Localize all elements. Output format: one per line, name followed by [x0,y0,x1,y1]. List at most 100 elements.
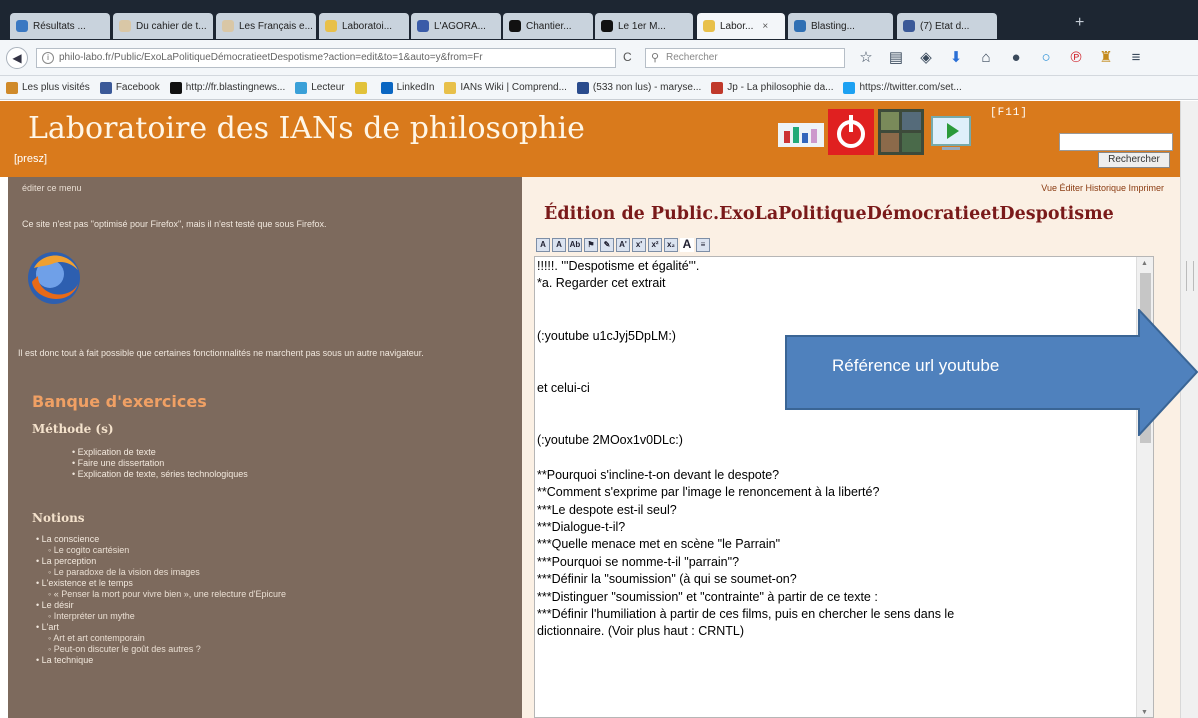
notion-sublink[interactable]: ◦ Interpréter un mythe [36,611,286,622]
close-tab-icon[interactable]: × [762,21,768,32]
video-collage-icon[interactable] [878,109,924,155]
browser-tab[interactable]: Du cahier de t... [113,13,213,39]
browser-tab[interactable]: Blasting... [788,13,893,39]
f11-link[interactable]: [F11] [990,107,1028,119]
editor-line: (:youtube u1cJyj5DpLM:) [537,328,676,343]
format-button[interactable]: ⚑ [584,238,598,252]
tab-favicon-icon [903,20,915,32]
url-bar[interactable]: i philo-labo.fr/Public/ExoLaPolitiqueDém… [36,48,616,68]
banque-heading[interactable]: Banque d'exercices [32,392,207,411]
notion-sublink[interactable]: ◦ Le paradoxe de la vision des images [36,567,286,578]
toolbar-icons: ☆ ▤ ◈ ⬇ ⌂ ● ○ ℗ ♜ ≡ [856,48,1146,68]
site-search-input[interactable] [1059,133,1173,151]
bookmark-item[interactable]: LinkedIn [380,81,435,94]
bookmark-item[interactable]: (533 non lus) - maryse... [576,81,702,94]
notions-list: • La conscience ◦ Le cogito cartésien • La… [36,534,286,666]
bookmark-item[interactable]: Facebook [99,81,160,94]
scroll-up-icon[interactable]: ▲ [1141,260,1148,267]
chat-icon[interactable]: ● [1006,48,1026,68]
notion-link[interactable]: • La conscience [36,534,286,545]
format-button[interactable]: A [552,238,566,252]
browser-tab[interactable]: Les Français e... [216,13,316,39]
notion-link[interactable]: • La perception [36,556,286,567]
bookmark-item[interactable]: https://twitter.com/set... [843,81,962,94]
notion-sublink[interactable]: ◦ Le cogito cartésien [36,545,286,556]
edit-menu-link[interactable]: éditer ce menu [22,183,82,193]
reload-icon[interactable]: C [623,50,632,64]
bookmark-label: LinkedIn [396,82,435,93]
notion-link[interactable]: • L'art [36,622,286,633]
bookmark-label: Facebook [115,82,160,93]
format-button[interactable]: x' [632,238,646,252]
site-search-button[interactable]: Rechercher [1098,152,1170,168]
home-icon[interactable]: ⌂ [976,48,996,68]
url-text: philo-labo.fr/Public/ExoLaPolitiqueDémoc… [59,52,483,63]
browser-tab[interactable]: Résultats ... [10,13,110,39]
site-title[interactable]: Laboratoire des IANs de philosophie [28,111,585,146]
format-button[interactable]: A' [616,238,630,252]
editor-line: et celui-ci [537,380,590,395]
scroll-down-icon[interactable]: ▼ [1141,709,1148,716]
editor-line: **Comment s'exprime par l'image le renon… [537,485,880,500]
notion-label: Le paradoxe de la vision des images [53,567,200,577]
format-button[interactable]: A [680,238,694,252]
pocket-icon[interactable]: ◈ [916,48,936,68]
browser-tab[interactable]: Chantier... [503,13,593,39]
browser-tab[interactable]: Labor... × [697,13,785,39]
new-tab-icon[interactable]: + [1075,14,1084,32]
extension-icon[interactable]: ♜ [1096,48,1116,68]
back-arrow-icon[interactable]: ◀ [6,47,28,69]
download-icon[interactable]: ⬇ [946,48,966,68]
bookmark-item[interactable]: Jp - La philosophie da... [711,81,833,94]
browser-search-input[interactable]: ⚲ Rechercher [645,48,845,68]
notion-label: Art et art contemporain [53,633,145,643]
browser-tab[interactable]: L'AGORA... [411,13,501,39]
power-icon[interactable] [828,109,874,155]
notion-sublink[interactable]: ◦ « Penser la mort pour vivre bien », un… [36,589,286,600]
tab-favicon-icon [119,20,131,32]
page-actions[interactable]: Vue Éditer Historique Imprimer [1041,183,1164,193]
pinterest-icon[interactable]: ℗ [1066,48,1086,68]
notion-label: « Penser la mort pour vivre bien », une … [53,589,287,599]
methode-heading: Méthode (s) [32,422,114,436]
bookmark-item[interactable]: http://fr.blastingnews... [169,81,285,94]
notion-link[interactable]: • Le désir [36,600,286,611]
editor-line: dictionnaire. (Voir plus haut : CRNTL) [537,624,745,639]
bookmark-item[interactable]: Les plus visités [6,81,90,94]
presz-link[interactable]: [presz] [14,153,47,165]
play-screen-icon[interactable] [928,109,974,155]
notion-link[interactable]: • La technique [36,655,286,666]
bookmark-item[interactable]: Lecteur [295,81,345,94]
editor-line: ***Définir l'humiliation à partir de ces… [537,607,955,621]
format-button[interactable]: ✎ [600,238,614,252]
circle-icon[interactable]: ○ [1036,48,1056,68]
bookmark-icon [295,81,308,94]
notion-link[interactable]: • L'existence et le temps [36,578,286,589]
page-scroll-thumb[interactable] [1186,261,1194,291]
ians-logo[interactable] [778,109,824,155]
format-button[interactable]: x₂ [664,238,678,252]
menu-icon[interactable]: ≡ [1126,48,1146,68]
info-icon[interactable]: i [42,52,54,64]
notion-sublink[interactable]: ◦ Peut-on discuter le goût des autres ? [36,644,286,655]
format-button[interactable]: A [536,238,550,252]
bookmark-item[interactable]: IANs Wiki | Comprend... [444,81,567,94]
format-button[interactable]: x² [648,238,662,252]
methode-link-label: Explication de texte [77,447,156,457]
bookmark-label: (533 non lus) - maryse... [592,82,702,93]
bookmark-item[interactable] [354,81,371,94]
star-icon[interactable]: ☆ [856,48,876,68]
bookmark-icon [169,81,182,94]
editor-line: ***Le despote est-il seul? [537,502,677,517]
browser-tab[interactable]: Le 1er M... [595,13,693,39]
reading-list-icon[interactable]: ▤ [886,48,906,68]
format-button[interactable]: ≡ [696,238,710,252]
format-button[interactable]: Ab [568,238,582,252]
methode-link[interactable]: • Explication de texte, séries technolog… [72,469,248,480]
methode-link[interactable]: • Explication de texte [72,447,248,458]
browser-tab[interactable]: (7) Etat d... [897,13,997,39]
notion-sublink[interactable]: ◦ Art et art contemporain [36,633,286,644]
methode-link[interactable]: • Faire une dissertation [72,458,248,469]
search-icon: ⚲ [651,52,660,64]
browser-tab[interactable]: Laboratoi... [319,13,409,39]
